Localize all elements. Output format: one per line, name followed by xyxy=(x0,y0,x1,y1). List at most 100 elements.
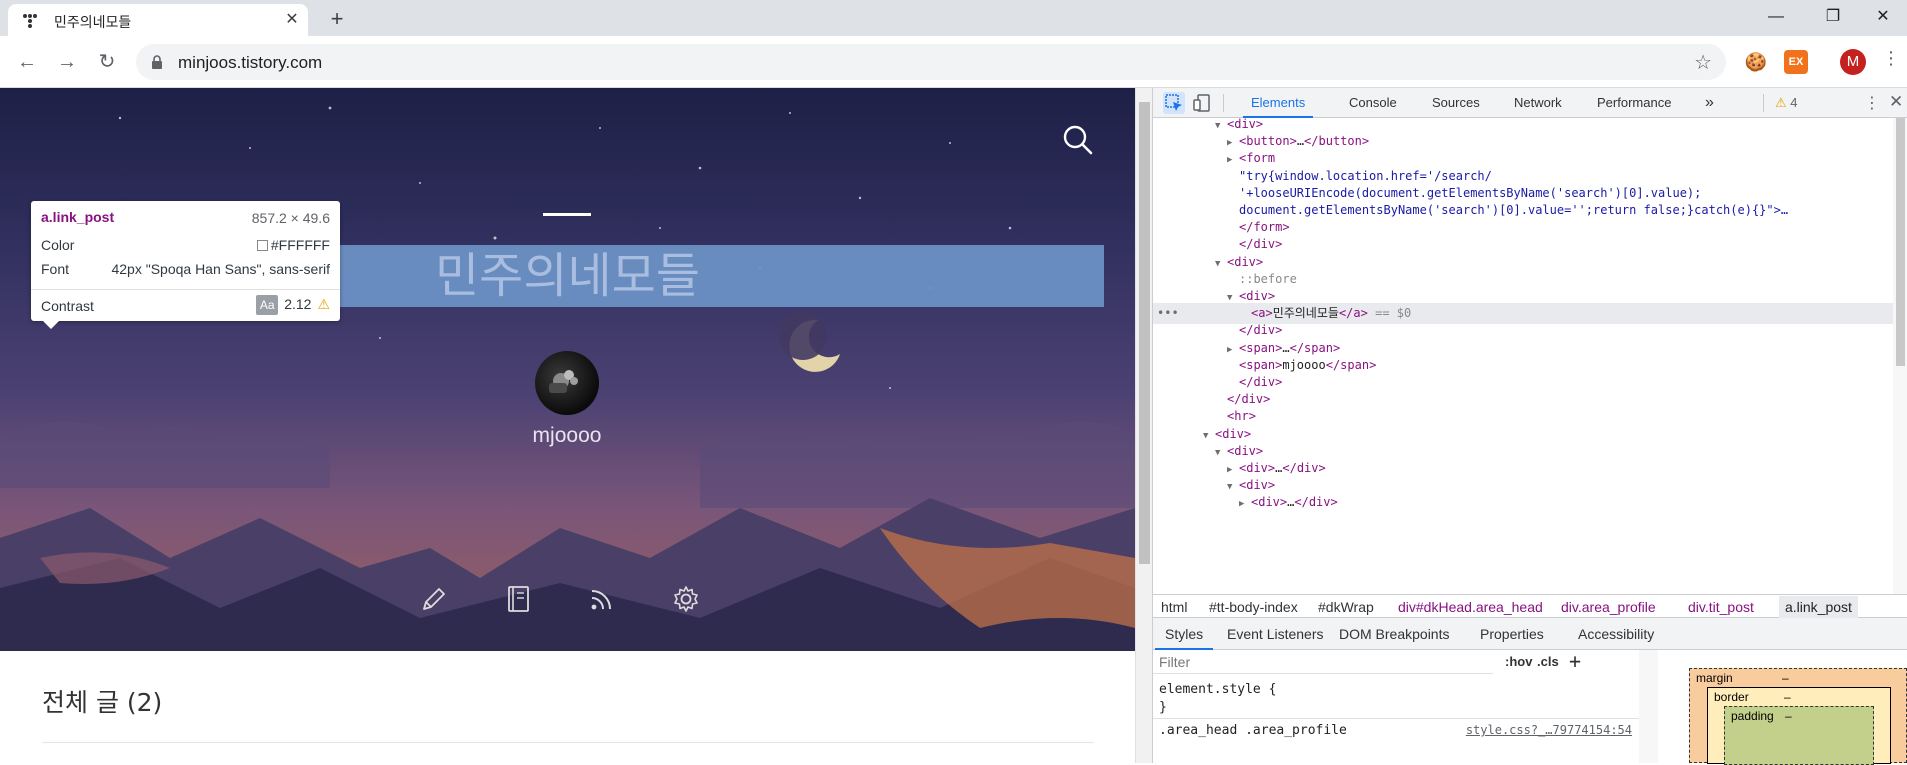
tab-properties[interactable]: Properties xyxy=(1480,618,1544,650)
tooltip-contrast-value: Aa 2.12 ⚠ xyxy=(256,295,330,315)
browser-tab-strip: 민주의네모들 ✕ + — ❐ ✕ xyxy=(0,0,1907,36)
tooltip-color-text: #FFFFFF xyxy=(270,237,330,253)
border-label: border xyxy=(1714,690,1749,704)
page-viewport: 민주의네모들 mjoooo 전체 글 (2) a.link_post 857.2… xyxy=(0,88,1135,763)
minimize-icon[interactable]: — xyxy=(1753,0,1799,34)
tooltip-element-size: 857.2 × 49.6 xyxy=(251,210,330,226)
search-icon[interactable] xyxy=(1062,124,1094,156)
styles-filter-input[interactable] xyxy=(1159,650,1489,674)
breadcrumb-item[interactable]: div#dkHead.area_head xyxy=(1398,596,1543,618)
margin-value: – xyxy=(1782,671,1789,685)
new-tab-icon[interactable]: + xyxy=(324,6,350,32)
tab-elements[interactable]: Elements xyxy=(1242,88,1314,118)
devtools-panel: Elements Console Sources Network Perform… xyxy=(1152,88,1907,765)
warning-icon: ⚠ xyxy=(1775,95,1787,110)
gear-settings-icon[interactable] xyxy=(670,583,702,615)
page-scrollbar-thumb[interactable] xyxy=(1139,102,1150,564)
color-swatch-icon xyxy=(256,240,268,251)
tab-event-listeners[interactable]: Event Listeners xyxy=(1227,618,1324,650)
devtools-menu-icon[interactable]: ⋮ xyxy=(1864,93,1880,112)
tistory-favicon-icon xyxy=(23,14,37,28)
book-manage-icon[interactable] xyxy=(502,583,534,615)
forward-icon[interactable]: → xyxy=(54,49,80,75)
back-icon[interactable]: ← xyxy=(14,49,40,75)
box-model-diagram: margin – border – padding – xyxy=(1673,650,1907,765)
tooltip-font-label: Font xyxy=(41,261,70,277)
blog-header: 민주의네모들 mjoooo xyxy=(0,88,1135,651)
tooltip-arrow xyxy=(43,321,59,329)
restore-icon[interactable]: ❐ xyxy=(1810,0,1856,34)
warnings-counter[interactable]: ⚠ 4 xyxy=(1775,95,1798,111)
dom-tree-scrollbar[interactable] xyxy=(1893,118,1907,594)
profile-avatar[interactable]: M xyxy=(1840,49,1866,75)
profile-photo-icon xyxy=(549,370,578,393)
cls-toggle[interactable]: .cls xyxy=(1537,654,1559,669)
tab-styles[interactable]: Styles xyxy=(1154,618,1214,650)
tab-accessibility[interactable]: Accessibility xyxy=(1578,618,1654,650)
warning-icon: ⚠ xyxy=(317,296,330,312)
devtools-toolbar: Elements Console Sources Network Perform… xyxy=(1153,88,1907,118)
element-style-open[interactable]: element.style { xyxy=(1159,682,1276,697)
tooltip-contrast-label: Contrast xyxy=(41,298,94,314)
selected-marker: == $0 xyxy=(1375,306,1412,321)
box-model-margin[interactable]: margin – border – padding – xyxy=(1689,668,1907,765)
breadcrumb-item[interactable]: div.area_profile xyxy=(1561,596,1656,618)
bookmark-star-icon[interactable]: ☆ xyxy=(1694,50,1712,75)
post-list-title: 전체 글 (2) xyxy=(42,688,163,717)
expand-toggle-icon[interactable]: ▶ xyxy=(1239,494,1251,515)
rss-feed-icon[interactable] xyxy=(586,583,618,615)
browser-tab[interactable]: 민주의네모들 ✕ xyxy=(8,4,308,36)
add-rule-icon[interactable]: + xyxy=(1569,649,1581,673)
profile-name: mjoooo xyxy=(532,424,602,447)
inspect-element-icon[interactable] xyxy=(1163,92,1185,114)
toolbar-separator xyxy=(1223,94,1224,112)
tooltip-color-value: #FFFFFF xyxy=(256,237,330,253)
reload-icon[interactable]: ↻ xyxy=(94,49,120,75)
styles-scrollbar[interactable] xyxy=(1639,650,1658,763)
extension-ex-icon[interactable]: EX xyxy=(1784,50,1808,74)
tooltip-divider xyxy=(31,289,340,290)
contrast-aa-badge: Aa xyxy=(256,295,279,315)
breadcrumb-item[interactable]: div.tit_post xyxy=(1688,596,1754,618)
style-rule-divider xyxy=(1153,718,1639,719)
cookie-extension-icon[interactable]: 🍪 xyxy=(1744,50,1768,74)
hov-toggle[interactable]: :hov xyxy=(1505,654,1532,669)
avatar[interactable] xyxy=(535,351,599,415)
tooltip-font-value: 42px "Spoqa Han Sans", sans-serif xyxy=(111,261,330,277)
styles-subtabs: Styles Event Listeners DOM Breakpoints P… xyxy=(1153,618,1907,650)
tab-close-icon[interactable]: ✕ xyxy=(282,10,302,30)
dom-tree[interactable]: ▼ <div> ▶ <button>…</button> ▶ <form "try{wind… xyxy=(1153,118,1893,594)
device-toolbar-icon[interactable] xyxy=(1191,92,1213,114)
tab-network[interactable]: Network xyxy=(1514,88,1562,118)
box-model-border[interactable]: border – padding – xyxy=(1707,687,1891,765)
tab-sources[interactable]: Sources xyxy=(1432,88,1480,118)
inspect-tooltip: a.link_post 857.2 × 49.6 Color #FFFFFF F… xyxy=(31,201,340,329)
rule-selector[interactable]: .area_head .area_profile xyxy=(1159,723,1347,738)
contrast-ratio: 2.12 xyxy=(284,296,312,312)
breadcrumb: html #tt-body-index #dkWrap div#dkHead.a… xyxy=(1153,594,1907,618)
browser-toolbar: ← → ↻ minjoos.tistory.com ☆ 🍪 EX M ⋮ xyxy=(0,36,1907,88)
rule-source-link[interactable]: style.css?_…79774154:54 xyxy=(1466,723,1632,737)
dom-node[interactable]: ▶ <div>…</div> xyxy=(1153,492,1893,513)
post-list-section: 전체 글 (2) xyxy=(0,651,1135,763)
tab-console[interactable]: Console xyxy=(1349,88,1397,118)
breadcrumb-item[interactable]: #dkWrap xyxy=(1318,596,1374,618)
more-tabs-icon[interactable]: » xyxy=(1705,88,1714,118)
breadcrumb-item[interactable]: html xyxy=(1161,596,1187,618)
address-bar[interactable]: minjoos.tistory.com ☆ xyxy=(136,44,1726,80)
box-model-padding[interactable]: padding – xyxy=(1724,706,1874,765)
dom-tree-scrollbar-thumb[interactable] xyxy=(1896,118,1905,366)
page-scrollbar[interactable] xyxy=(1135,88,1152,763)
padding-label: padding xyxy=(1731,709,1774,723)
devtools-close-icon[interactable]: ✕ xyxy=(1889,92,1903,112)
breadcrumb-item-active[interactable]: a.link_post xyxy=(1779,596,1858,618)
pencil-write-icon[interactable] xyxy=(418,583,450,615)
margin-label: margin xyxy=(1696,671,1733,685)
toolbar-separator xyxy=(1763,94,1764,112)
browser-menu-icon[interactable]: ⋮ xyxy=(1882,48,1900,69)
breadcrumb-item[interactable]: #tt-body-index xyxy=(1209,596,1298,618)
tab-performance[interactable]: Performance xyxy=(1597,88,1671,118)
window-close-icon[interactable]: ✕ xyxy=(1860,0,1906,34)
element-style-close: } xyxy=(1159,700,1167,715)
tab-dom-breakpoints[interactable]: DOM Breakpoints xyxy=(1339,618,1449,650)
